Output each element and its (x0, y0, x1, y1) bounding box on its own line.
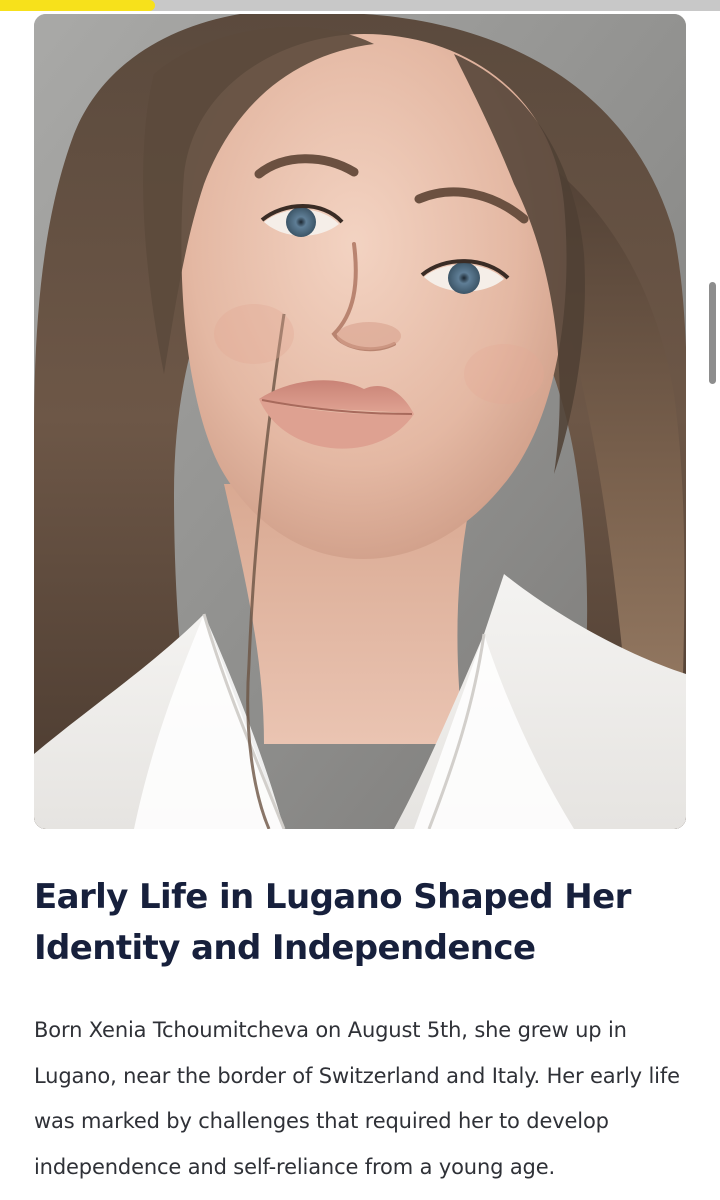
article-heading: Early Life in Lugano Shaped Her Identity… (34, 877, 631, 968)
scrollbar[interactable] (704, 11, 720, 1200)
reading-progress-fill (0, 0, 155, 11)
article-paragraph: Born Xenia Tchoumitcheva on August 5th, … (34, 1018, 680, 1179)
portrait-photo-icon (34, 14, 686, 829)
reading-progress-bar (0, 0, 720, 11)
article-photo (34, 14, 686, 829)
scrollbar-thumb[interactable] (709, 282, 716, 384)
article-page: Early Life in Lugano Shaped Her Identity… (0, 0, 720, 1200)
